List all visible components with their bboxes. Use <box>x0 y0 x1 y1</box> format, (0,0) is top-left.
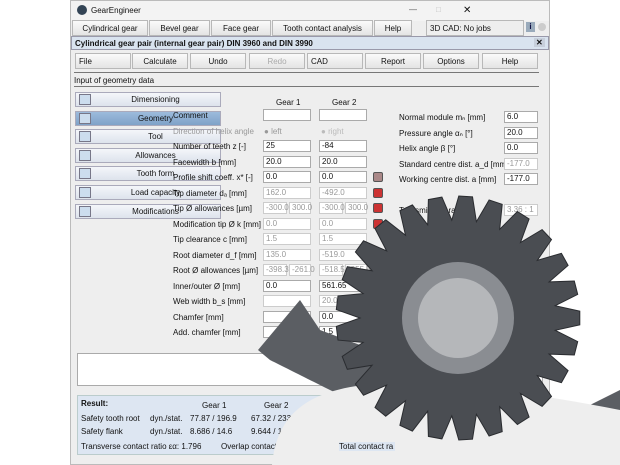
gear-hole <box>418 278 498 358</box>
gear-illustration <box>258 195 620 465</box>
total-contact-ratio: Total contact ra <box>339 442 396 451</box>
